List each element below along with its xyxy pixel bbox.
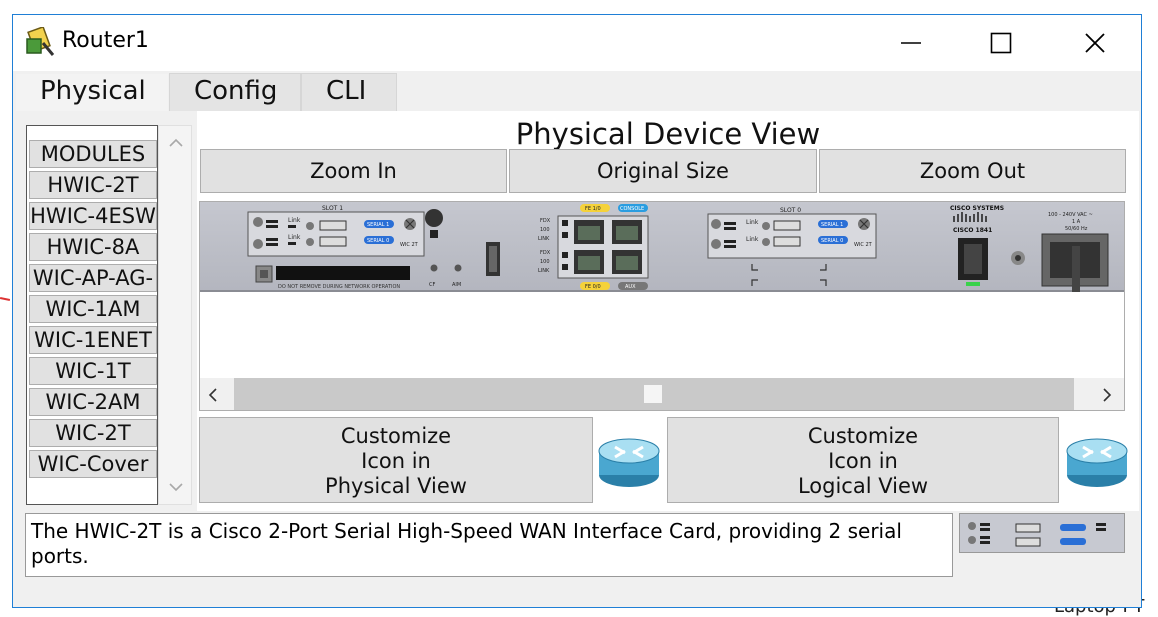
slot1-serial0-label: SERIAL 0 [367,238,389,244]
device-view-panel: Physical Device View Zoom In Original Si… [197,111,1139,511]
module-preview-image [959,513,1125,553]
slot1-wic-label: WIC 2T [400,242,419,248]
physical-panel: MODULES HWIC-2T HWIC-4ESW HWIC-8A WIC-AP… [13,111,1139,607]
slot1-serial1-label: SERIAL 1 [367,222,389,228]
title-bar: Router1 [13,15,1141,71]
cf-label: CF [429,282,435,288]
fast-ethernet-block: FE 1/0 CONSOLE FDX 100 LINK FDX 100 LINK [538,204,649,290]
module-wic-1t[interactable]: WIC-1T [29,357,157,385]
tab-physical[interactable]: Physical [15,73,169,111]
slot0-wic-label: WIC 2T [854,242,873,248]
customize-logical-line-3: Logical View [797,474,929,498]
power-rating-3: 50/60 Hz [1065,226,1088,232]
router-logical-icon [1066,438,1128,487]
module-hwic-2t[interactable]: HWIC-2T [29,171,157,199]
fe1-label: FE 1/0 [585,206,601,212]
packet-tracer-icon [26,27,55,56]
customize-physical-line-1: Customize [340,424,452,448]
slot0-label: SLOT 0 [780,207,801,214]
zoom-in-button[interactable]: Zoom In [200,149,507,193]
console-label: CONSOLE [620,206,644,212]
aim-label: AIM [452,282,461,288]
customize-logical-line-1: Customize [807,424,919,448]
slot0-card: SLOT 0 Link Link SERIAL 1 SERIAL 0 WIC 2… [707,207,877,259]
close-button[interactable] [1049,15,1141,71]
slot0-serial1-label: SERIAL 1 [821,222,843,228]
slot1-label: SLOT 1 [322,205,343,212]
slot0-serial0-label: SERIAL 0 [821,238,843,244]
tab-bar: Physical Config CLI [13,71,1141,111]
modules-scrollbar[interactable] [158,125,192,505]
scroll-left-icon[interactable] [208,388,218,402]
module-description: The HWIC-2T is a Cisco 2-Port Serial Hig… [25,513,953,577]
customize-logical-icon-button[interactable]: Customize Icon in Logical View [667,417,1059,503]
router-window: Router1 Physical Config CLI MODULES HWIC… [12,14,1142,608]
background-link-line [0,296,11,302]
tab-cli[interactable]: CLI [301,73,397,111]
slot1-card: SLOT 1 Link Link SERIAL 1 SERIAL 0 WIC 2… [247,205,425,257]
maximize-icon [990,32,1012,54]
device-viewport: SLOT 1 Link Link SERIAL 1 SERIAL 0 WIC 2… [199,201,1125,411]
customize-physical-icon-button[interactable]: Customize Icon in Physical View [199,417,593,503]
tab-config[interactable]: Config [169,73,301,111]
module-wic-1enet[interactable]: WIC-1ENET [29,326,157,354]
fdx-label-top: FDX [540,218,551,224]
slot0-link-0: Link [746,236,759,243]
scroll-right-icon[interactable] [1102,388,1112,402]
scroll-up-icon[interactable] [169,138,183,148]
device-view-hscrollbar[interactable] [200,378,1124,410]
scroll-down-icon[interactable] [169,482,183,492]
maximize-button[interactable] [955,15,1047,71]
original-size-button[interactable]: Original Size [509,149,817,193]
customize-logical-line-2: Icon in [828,449,898,473]
module-wic-1am[interactable]: WIC-1AM [29,295,157,323]
cisco-brand: CISCO SYSTEMS [950,205,1004,212]
link-label-top: LINK [538,236,550,242]
customize-physical-line-2: Icon in [361,449,431,473]
fe0-label: FE 0/0 [585,284,601,290]
customize-physical-line-3: Physical View [325,474,467,498]
cisco-model: CISCO 1841 [953,227,992,234]
power-rating-1: 100 - 240V VAC ~ [1048,212,1093,218]
minimize-icon [901,42,921,44]
zoom-out-button[interactable]: Zoom Out [819,149,1126,193]
minimize-button[interactable] [865,15,957,71]
module-wic-cover[interactable]: WIC-Cover [29,450,157,478]
slot1-link-0: Link [288,234,301,241]
slot0-link-1: Link [746,219,759,226]
link-label-bottom: LINK [538,268,550,274]
fdx-label-bottom: FDX [540,250,551,256]
power-rating-2: 1 A [1072,219,1081,225]
router-chassis: SLOT 1 Link Link SERIAL 1 SERIAL 0 WIC 2… [200,202,1124,292]
slot1-link-1: Link [288,217,301,224]
module-wic-2t[interactable]: WIC-2T [29,419,157,447]
speed-label-bottom: 100 [540,259,550,265]
speed-label-top: 100 [540,227,550,233]
router-physical-icon [598,438,660,487]
close-icon [1085,33,1105,53]
modules-header[interactable]: MODULES [29,140,157,168]
module-hwic-4esw[interactable]: HWIC-4ESW [29,202,157,230]
device-view-title: Physical Device View [515,117,821,149]
flash-warning-label: DO NOT REMOVE DURING NETWORK OPERATION [278,284,400,290]
window-title: Router1 [62,28,149,53]
module-hwic-8a[interactable]: HWIC-8A [29,233,157,261]
hscroll-thumb[interactable] [644,385,662,403]
aux-label: AUX [625,284,636,290]
module-wic-ap-ag[interactable]: WIC-AP-AG- [29,264,157,292]
modules-list: MODULES HWIC-2T HWIC-4ESW HWIC-8A WIC-AP… [26,125,158,505]
module-wic-2am[interactable]: WIC-2AM [29,388,157,416]
